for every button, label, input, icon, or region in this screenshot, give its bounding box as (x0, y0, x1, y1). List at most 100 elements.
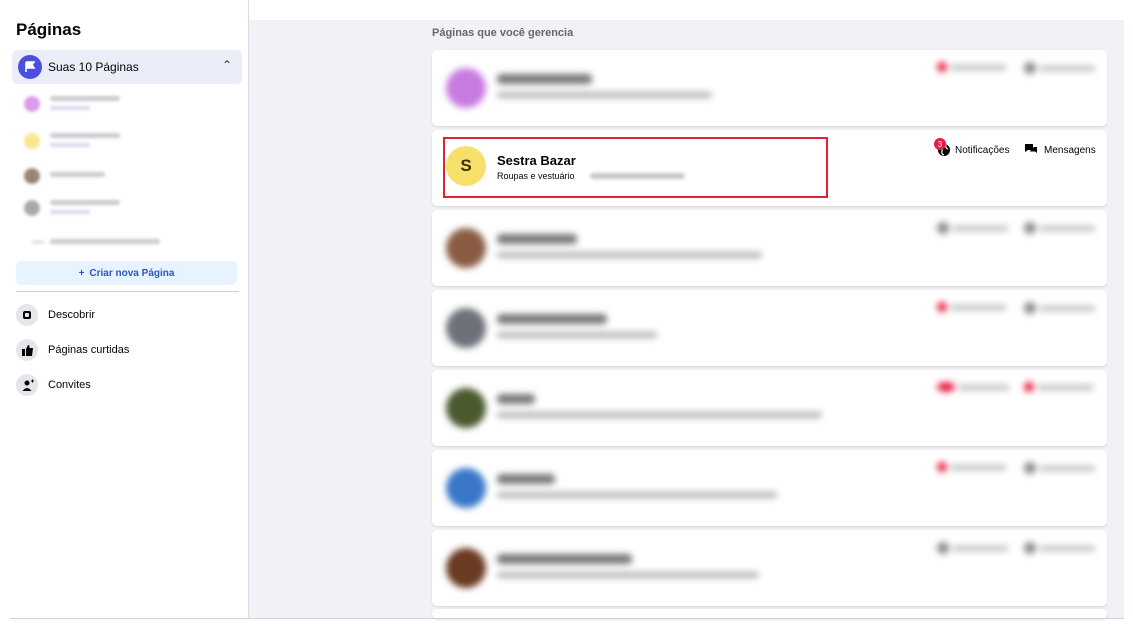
plus-icon: + (78, 267, 85, 279)
blurred-text (1040, 225, 1095, 231)
blurred-text (497, 492, 777, 498)
blurred-text (50, 96, 120, 101)
blurred-text (1040, 305, 1095, 311)
page-avatar (446, 548, 486, 588)
page-avatar (24, 96, 40, 112)
messages-button[interactable] (1024, 462, 1095, 474)
message-badge (1024, 382, 1034, 392)
thumbs-up-icon (16, 339, 38, 361)
page-avatar (24, 200, 40, 216)
notifications-label: Notificações (955, 144, 1010, 156)
page-card[interactable] (432, 450, 1107, 526)
blurred-text (497, 234, 577, 244)
flag-icon (18, 55, 42, 79)
blurred-text (951, 464, 1006, 470)
blurred-text (50, 143, 90, 147)
invite-person-icon (16, 374, 38, 396)
messenger-icon (1024, 542, 1036, 554)
globe-icon (937, 222, 949, 234)
your-pages-label: Suas 10 Páginas (48, 60, 139, 74)
messages-button[interactable]: Mensagens (1024, 143, 1096, 158)
globe-icon: 3 (934, 138, 951, 157)
create-page-label: Criar nova Página (89, 267, 175, 279)
sidebar-page-item[interactable] (20, 162, 230, 190)
blurred-text (32, 241, 44, 243)
your-pages-group[interactable]: Suas 10 Páginas ⌃ (12, 50, 242, 84)
sidebar: Páginas Suas 10 Páginas ⌃ + Criar nova P… (0, 0, 249, 618)
blurred-text (953, 225, 1008, 231)
page-avatar (24, 133, 40, 149)
nav-item-liked-pages[interactable]: Páginas curtidas (16, 338, 129, 362)
page-avatar (24, 168, 40, 184)
messenger-icon (1024, 143, 1038, 158)
blurred-text (1040, 545, 1095, 551)
sidebar-page-item[interactable] (20, 127, 230, 155)
blurred-text (50, 106, 90, 110)
blurred-text (497, 314, 607, 324)
chevron-up-icon[interactable]: ⌃ (222, 58, 232, 72)
page-card[interactable] (432, 50, 1107, 126)
blurred-text (50, 200, 120, 205)
blurred-text (959, 384, 1009, 390)
messages-button[interactable] (1024, 382, 1093, 392)
notification-badge (937, 462, 947, 472)
blurred-text (497, 554, 632, 564)
globe-icon (937, 542, 949, 554)
nav-label: Convites (48, 379, 91, 391)
page-card[interactable] (432, 290, 1107, 366)
blurred-text (497, 572, 759, 578)
page-card[interactable] (432, 210, 1107, 286)
messages-button[interactable] (1024, 302, 1095, 314)
notifications-button[interactable] (937, 302, 1006, 312)
page-avatar (446, 228, 486, 268)
page-avatar (446, 388, 486, 428)
sidebar-title: Páginas (16, 20, 82, 39)
compass-icon (16, 304, 38, 326)
blurred-text (50, 239, 160, 244)
notification-count: 3 (934, 138, 946, 150)
page-avatar (446, 308, 486, 348)
page-avatar (446, 68, 486, 108)
notifications-button[interactable] (937, 542, 1008, 554)
blurred-text (497, 92, 712, 98)
blurred-text (497, 74, 592, 84)
notifications-button[interactable]: 3 Notificações (934, 138, 1010, 157)
create-page-button[interactable]: + Criar nova Página (16, 261, 237, 285)
page-card[interactable] (432, 370, 1107, 446)
divider (10, 618, 1124, 619)
notifications-button[interactable] (937, 462, 1006, 472)
blurred-text (951, 64, 1006, 70)
blurred-text (951, 304, 1006, 310)
blurred-text (1040, 465, 1095, 471)
page-title: Páginas que você gerencia (432, 27, 574, 39)
page-card[interactable] (432, 530, 1107, 606)
messages-label: Mensagens (1044, 145, 1096, 156)
blurred-text (497, 474, 555, 484)
divider (16, 291, 239, 292)
blurred-text (497, 252, 762, 258)
blurred-text (497, 394, 535, 404)
blurred-text (1040, 65, 1095, 71)
sidebar-page-item[interactable] (20, 194, 230, 222)
notifications-button[interactable] (937, 62, 1006, 72)
nav-item-discover[interactable]: Descobrir (16, 303, 95, 327)
messages-button[interactable] (1024, 62, 1095, 74)
messages-button[interactable] (1024, 222, 1095, 234)
messenger-icon (1024, 222, 1036, 234)
blurred-text (953, 545, 1008, 551)
messenger-icon (1024, 62, 1036, 74)
sidebar-page-item[interactable] (20, 90, 230, 118)
nav-label: Páginas curtidas (48, 344, 130, 356)
page-avatar (446, 468, 486, 508)
messages-button[interactable] (1024, 542, 1095, 554)
blurred-text (497, 412, 822, 418)
notifications-button[interactable] (937, 222, 1008, 234)
blurred-text (497, 332, 657, 338)
see-all-pages-link[interactable] (20, 230, 230, 258)
notification-badge (937, 382, 955, 392)
blurred-text (50, 133, 120, 138)
blurred-text (50, 172, 105, 177)
notifications-button[interactable] (937, 382, 1009, 392)
messenger-icon (1024, 462, 1036, 474)
nav-item-invites[interactable]: Convites (16, 373, 91, 397)
